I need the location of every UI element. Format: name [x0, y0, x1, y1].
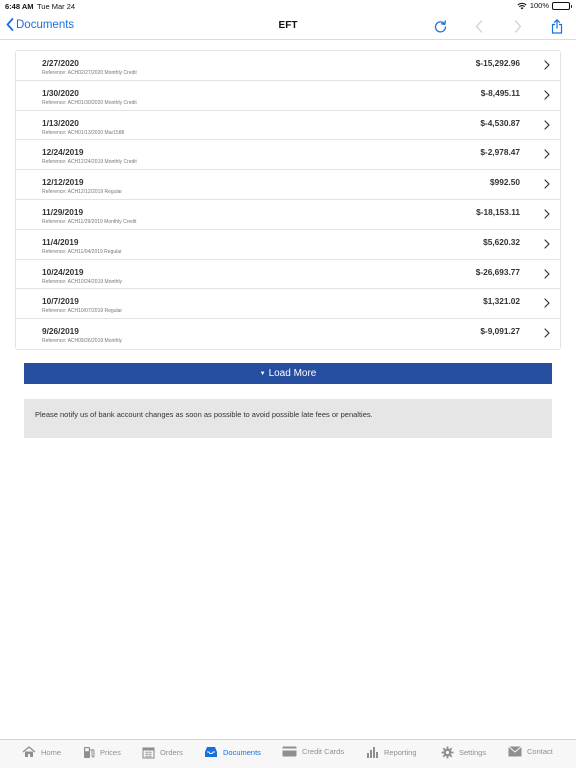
tab-orders[interactable]: Orders	[142, 746, 183, 759]
chevron-right-icon	[544, 209, 550, 219]
gear-icon	[441, 746, 459, 759]
item-date: 11/4/2019	[42, 236, 79, 247]
chevron-right-icon	[514, 19, 522, 33]
tab-credit-cards[interactable]: Credit Cards	[282, 746, 344, 757]
tab-prices[interactable]: Prices	[83, 746, 121, 759]
item-date: 10/24/2019	[42, 266, 84, 277]
eft-list: 2/27/2020 Reference: ACH02/27/2020 Monthl…	[15, 50, 561, 350]
item-date: 12/12/2019	[42, 177, 84, 188]
load-more-button[interactable]: ▼ Load More	[24, 363, 552, 384]
previous-button[interactable]	[470, 17, 488, 35]
tab-documents[interactable]: Documents	[204, 746, 261, 758]
status-bar: 6:48 AM Tue Mar 24 100%	[0, 0, 576, 12]
item-reference: Reference: ACH01/13/2020 Mar1588	[42, 129, 125, 136]
item-reference: Reference: ACH02/27/2020 Monthly Credit	[42, 70, 137, 76]
refresh-icon	[434, 19, 446, 32]
item-amount: $-26,693.77	[475, 266, 520, 277]
share-icon	[551, 18, 563, 34]
next-button[interactable]	[509, 17, 527, 35]
home-icon	[22, 746, 41, 758]
tab-label: Documents	[223, 747, 261, 757]
credit-card-icon	[282, 746, 302, 757]
chevron-right-icon	[544, 149, 550, 159]
item-reference: Reference: ACH11/04/2019 Regular	[42, 248, 122, 255]
item-reference: Reference: ACH11/29/2019 Monthly Credit	[42, 218, 137, 225]
chevron-right-icon	[544, 298, 550, 308]
item-date: 2/27/2020	[42, 58, 79, 68]
item-amount: $1,321.02	[483, 296, 520, 307]
tab-bar: Home Prices Orders Documents Credit Cards Rep…	[0, 739, 576, 768]
tab-home[interactable]: Home	[22, 746, 61, 758]
item-date: 12/24/2019	[42, 147, 84, 158]
list-item[interactable]: 9/26/2019 Reference: ACH09/26/2019 Monthl…	[16, 319, 560, 349]
item-reference: Reference: ACH09/26/2019 Monthly	[42, 338, 123, 345]
tab-contact[interactable]: Contact	[508, 746, 553, 757]
bank-change-notice: Please notify us of bank account changes…	[24, 399, 552, 438]
item-reference: Reference: ACH01/30/2020 Monthly Credit	[42, 99, 137, 106]
item-amount: $-9,091.27	[480, 326, 520, 337]
tab-label: Orders	[160, 748, 183, 757]
list-item[interactable]: 1/13/2020 Reference: ACH01/13/2020 Mar158…	[16, 111, 560, 141]
item-amount: $992.50	[490, 177, 520, 188]
item-reference: Reference: ACH10/07/2019 Regular	[42, 308, 123, 315]
list-item[interactable]: 12/24/2019 Reference: ACH12/24/2019 Month…	[16, 140, 560, 171]
item-date: 1/13/2020	[42, 117, 79, 128]
status-date: Tue Mar 24	[37, 2, 76, 11]
bar-chart-icon	[366, 746, 384, 759]
chevron-right-icon	[544, 328, 550, 338]
item-amount: $-15,292.96	[475, 58, 520, 68]
item-date: 1/30/2020	[42, 87, 79, 98]
item-date: 9/26/2019	[42, 326, 79, 337]
envelope-icon	[508, 746, 527, 757]
tab-label: Settings	[459, 748, 487, 757]
share-button[interactable]	[548, 17, 566, 35]
chevron-right-icon	[544, 60, 550, 70]
list-item[interactable]: 10/24/2019 Reference: ACH10/24/2019 Month…	[16, 260, 560, 290]
status-right: 100%	[517, 1, 572, 10]
calendar-icon	[142, 746, 160, 759]
battery-icon	[552, 1, 572, 10]
chevron-right-icon	[544, 119, 550, 130]
inbox-icon	[204, 746, 223, 758]
chevron-right-icon	[544, 90, 550, 100]
item-reference: Reference: ACH12/24/2019 Monthly Credit	[42, 159, 137, 166]
nav-bar: Documents EFT	[0, 12, 576, 40]
chevron-right-icon	[544, 239, 550, 249]
list-item[interactable]: 11/4/2019 Reference: ACH11/04/2019 Regula…	[16, 230, 560, 260]
list-item[interactable]: 10/7/2019 Reference: ACH10/07/2019 Regula…	[16, 289, 560, 320]
item-amount: $-2,978.47	[480, 147, 520, 158]
item-reference: Reference: ACH12/12/2019 Regular	[42, 189, 123, 196]
chevron-right-icon	[544, 268, 550, 279]
item-amount: $-4,530.87	[480, 117, 520, 128]
item-reference: Reference: ACH10/24/2019 Monthly	[42, 278, 123, 285]
battery-percent: 100%	[529, 1, 549, 10]
item-amount: $-8,495.11	[480, 87, 520, 98]
tab-label: Prices	[100, 748, 121, 757]
item-amount: $-18,153.11	[476, 206, 520, 217]
chevron-right-icon	[544, 179, 550, 189]
wifi-icon	[517, 2, 527, 10]
refresh-button[interactable]	[431, 17, 449, 35]
tab-reporting[interactable]: Reporting	[366, 746, 417, 759]
list-item[interactable]: 12/12/2019 Reference: ACH12/12/2019 Regul…	[16, 170, 560, 200]
status-time: 6:48 AM	[5, 2, 34, 11]
item-date: 11/29/2019	[42, 206, 84, 217]
item-amount: $5,620.32	[483, 236, 520, 247]
load-more-label: Load More	[268, 368, 317, 379]
list-item[interactable]: 2/27/2020 Reference: ACH02/27/2020 Monthl…	[16, 51, 560, 81]
tab-label: Home	[41, 747, 62, 757]
list-item[interactable]: 11/29/2019 Reference: ACH11/29/2019 Month…	[16, 200, 560, 230]
chevron-left-icon	[475, 19, 483, 33]
caret-down-icon: ▼	[259, 370, 266, 377]
fuel-pump-icon	[83, 746, 100, 759]
tab-label: Credit Cards	[302, 747, 345, 756]
list-item[interactable]: 1/30/2020 Reference: ACH01/30/2020 Monthl…	[16, 81, 560, 111]
tab-label: Reporting	[384, 748, 417, 757]
tab-label: Contact	[527, 747, 553, 756]
nav-actions	[410, 17, 566, 35]
tab-settings[interactable]: Settings	[441, 746, 486, 759]
item-date: 10/7/2019	[42, 296, 79, 307]
